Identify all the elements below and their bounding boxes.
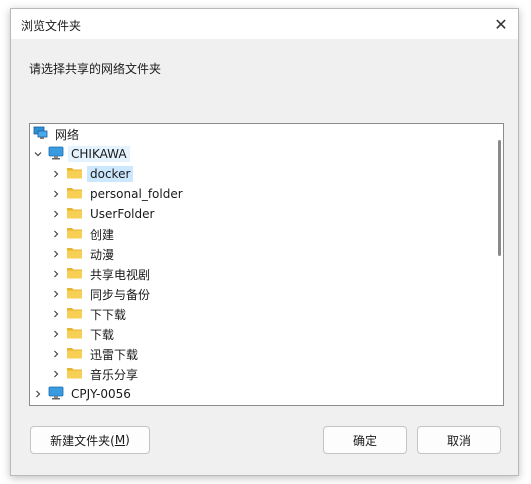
tree-item-label: UserFolder: [90, 207, 155, 221]
tree-item-folder[interactable]: 动漫: [50, 244, 117, 264]
tree-item-label: 下载: [90, 327, 115, 342]
chevron-right-icon[interactable]: [50, 204, 62, 224]
folder-icon: [66, 365, 83, 383]
vertical-scrollbar[interactable]: [498, 140, 501, 256]
dialog-prompt: 请选择共享的网络文件夹: [29, 62, 162, 76]
tree-item-label: 下下载: [90, 307, 127, 322]
close-icon[interactable]: ✕: [490, 13, 512, 35]
tree-item-label: 同步与备份: [90, 287, 151, 302]
chevron-right-icon[interactable]: [50, 184, 62, 204]
tree-item-folder[interactable]: UserFolder: [50, 204, 157, 224]
folder-icon: [66, 345, 83, 363]
chevron-right-icon[interactable]: [50, 344, 62, 364]
tree-item-folder[interactable]: 共享电视剧: [50, 264, 153, 284]
tree-item-network[interactable]: 网络: [32, 124, 82, 144]
new-folder-accel: M: [114, 433, 126, 447]
network-icon: [32, 125, 48, 144]
tree-item-label: 音乐分享: [90, 367, 139, 382]
folder-icon: [66, 165, 83, 183]
chevron-right-icon[interactable]: [50, 164, 62, 184]
chevron-down-icon[interactable]: [32, 144, 44, 164]
chevron-right-icon[interactable]: [50, 364, 62, 384]
chevron-right-icon[interactable]: [32, 384, 44, 404]
tree-item-folder[interactable]: 同步与备份: [50, 284, 153, 304]
tree-item-label: CHIKAWA: [68, 146, 130, 162]
chevron-right-icon[interactable]: [50, 264, 62, 284]
folder-icon: [66, 265, 83, 283]
ok-button[interactable]: 确定: [323, 426, 407, 454]
window-title: 浏览文件夹: [21, 19, 82, 33]
tree-item-folder[interactable]: docker: [50, 164, 134, 184]
folder-tree[interactable]: 网络 CHIKAWA docker personal_folder UserFold…: [29, 123, 504, 406]
tree-item-folder[interactable]: 创建: [50, 224, 117, 244]
tree-item-label: personal_folder: [90, 187, 183, 201]
tree-item-computer[interactable]: CHIKAWA: [32, 144, 130, 164]
tree-item-folder[interactable]: 下载: [50, 324, 117, 344]
computer-icon: [48, 385, 64, 404]
tree-item-folder[interactable]: 音乐分享: [50, 364, 141, 384]
computer-icon: [48, 145, 64, 164]
chevron-right-icon[interactable]: [50, 244, 62, 264]
folder-icon: [66, 305, 83, 323]
folder-icon: [66, 245, 83, 263]
tree-item-folder[interactable]: 下下载: [50, 304, 129, 324]
tree-item-computer-2[interactable]: CPJY-0056: [32, 384, 134, 404]
folder-icon: [66, 285, 83, 303]
tree-item-label: 创建: [90, 227, 115, 242]
folder-icon: [66, 185, 83, 203]
new-folder-suffix: ): [125, 433, 130, 447]
tree-item-label: 网络: [55, 127, 80, 142]
cancel-button[interactable]: 取消: [417, 426, 501, 454]
tree-item-folder[interactable]: personal_folder: [50, 184, 186, 204]
tree-item-label: 动漫: [90, 247, 115, 262]
folder-icon: [66, 225, 83, 243]
chevron-right-icon[interactable]: [50, 284, 62, 304]
chevron-right-icon[interactable]: [50, 304, 62, 324]
tree-item-folder[interactable]: 迅雷下载: [50, 344, 141, 364]
browse-folder-dialog: 浏览文件夹 ✕ 请选择共享的网络文件夹 网络 CHIKAWA docker pe…: [10, 8, 519, 476]
tree-item-label: 迅雷下载: [90, 347, 139, 362]
tree-item-label: docker: [87, 166, 134, 182]
title-bar: 浏览文件夹 ✕: [11, 9, 518, 39]
chevron-right-icon[interactable]: [50, 224, 62, 244]
new-folder-label: 新建文件夹(: [50, 433, 115, 448]
new-folder-button[interactable]: 新建文件夹(M): [30, 426, 150, 454]
tree-item-label: 共享电视剧: [90, 267, 151, 282]
chevron-right-icon[interactable]: [50, 324, 62, 344]
tree-item-label: CPJY-0056: [71, 387, 131, 401]
folder-icon: [66, 325, 83, 343]
folder-icon: [66, 205, 83, 223]
